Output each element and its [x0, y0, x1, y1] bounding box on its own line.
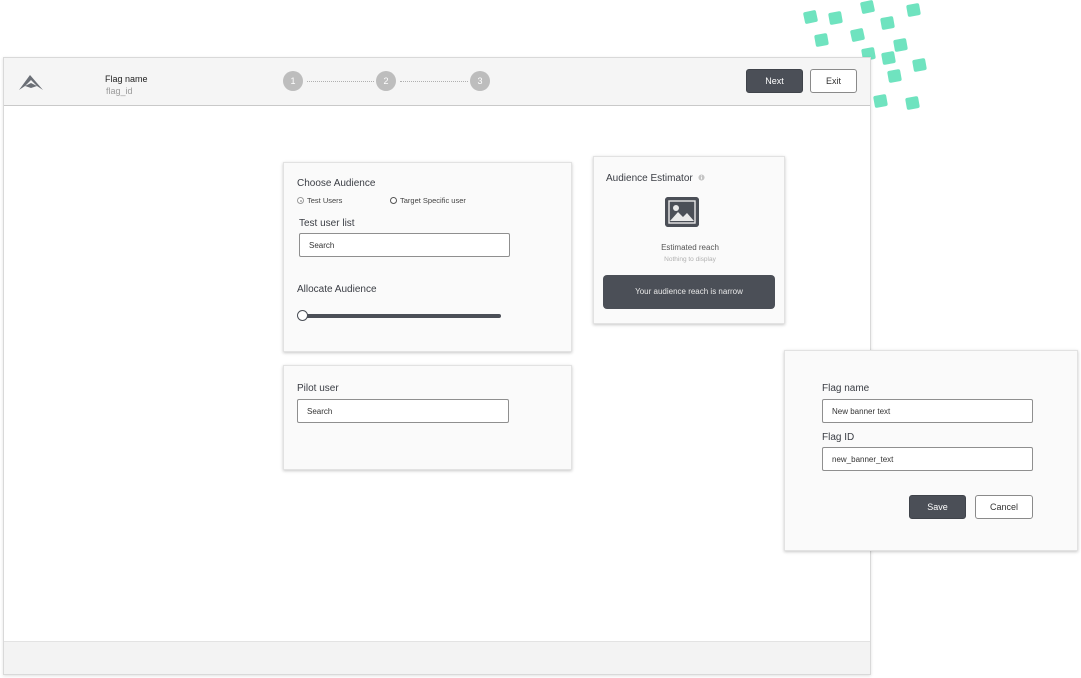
- flag-name-label: Flag name: [822, 383, 870, 394]
- decor-dot: [828, 10, 843, 26]
- decor-dot: [802, 9, 819, 25]
- decor-dot: [814, 32, 829, 48]
- estimator-title: Audience Estimator: [606, 173, 693, 184]
- allocate-slider-knob[interactable]: [297, 310, 308, 321]
- decor-dot: [859, 0, 876, 15]
- flag-name-input[interactable]: New banner text: [822, 399, 1033, 423]
- radio-label-test-users[interactable]: Test Users: [307, 196, 342, 205]
- flag-title: Flag name: [105, 74, 148, 84]
- flag-id-input[interactable]: new_banner_text: [822, 447, 1033, 471]
- decor-dot: [887, 68, 902, 84]
- top-bar: Flag name flag_id 1 2 3 Next Exit: [4, 58, 870, 106]
- choose-audience-card: Choose Audience Test Users Target Specif…: [283, 162, 572, 352]
- radio-target-specific-user[interactable]: [390, 197, 397, 204]
- logo-icon: [19, 75, 43, 90]
- save-button[interactable]: Save: [909, 495, 966, 519]
- step-3[interactable]: 3: [470, 71, 490, 91]
- decor-dot: [905, 95, 920, 111]
- test-user-list-label: Test user list: [299, 218, 355, 229]
- pilot-user-search-input[interactable]: Search: [297, 399, 509, 423]
- radio-label-target-specific-user[interactable]: Target Specific user: [400, 196, 466, 205]
- estimated-reach-label: Estimated reach: [661, 243, 719, 252]
- flag-id: flag_id: [106, 86, 133, 96]
- choose-audience-title: Choose Audience: [297, 178, 376, 189]
- decor-dot: [880, 15, 895, 31]
- info-icon[interactable]: [698, 174, 705, 181]
- step-1[interactable]: 1: [283, 71, 303, 91]
- allocate-slider-track[interactable]: [301, 314, 501, 318]
- decor-dot: [881, 50, 896, 66]
- step-connector: [307, 81, 374, 82]
- decor-dot: [912, 57, 927, 73]
- radio-test-users[interactable]: [297, 197, 304, 204]
- pilot-user-title: Pilot user: [297, 383, 339, 394]
- decor-dot: [849, 27, 866, 43]
- next-button[interactable]: Next: [746, 69, 803, 93]
- cancel-button[interactable]: Cancel: [975, 495, 1033, 519]
- allocate-audience-label: Allocate Audience: [297, 284, 377, 295]
- audience-estimator-card: Audience Estimator Estimated reach Nothi…: [593, 156, 785, 324]
- pilot-user-card: Pilot user Search: [283, 365, 572, 470]
- flag-details-panel: Flag name New banner text Flag ID new_ba…: [784, 350, 1078, 551]
- exit-button[interactable]: Exit: [810, 69, 857, 93]
- estimated-reach-value: Nothing to display: [664, 256, 716, 263]
- audience-reach-banner: Your audience reach is narrow: [603, 275, 775, 309]
- decor-dot: [893, 37, 908, 53]
- image-icon: [665, 197, 699, 227]
- test-user-search-input[interactable]: Search: [299, 233, 510, 257]
- app-window: Flag name flag_id 1 2 3 Next Exit Choose…: [3, 57, 871, 675]
- step-connector: [400, 81, 468, 82]
- footer-bar: [4, 641, 870, 674]
- decor-dot: [873, 93, 888, 109]
- flag-id-label: Flag ID: [822, 432, 855, 443]
- decor-dot: [906, 2, 921, 18]
- step-2[interactable]: 2: [376, 71, 396, 91]
